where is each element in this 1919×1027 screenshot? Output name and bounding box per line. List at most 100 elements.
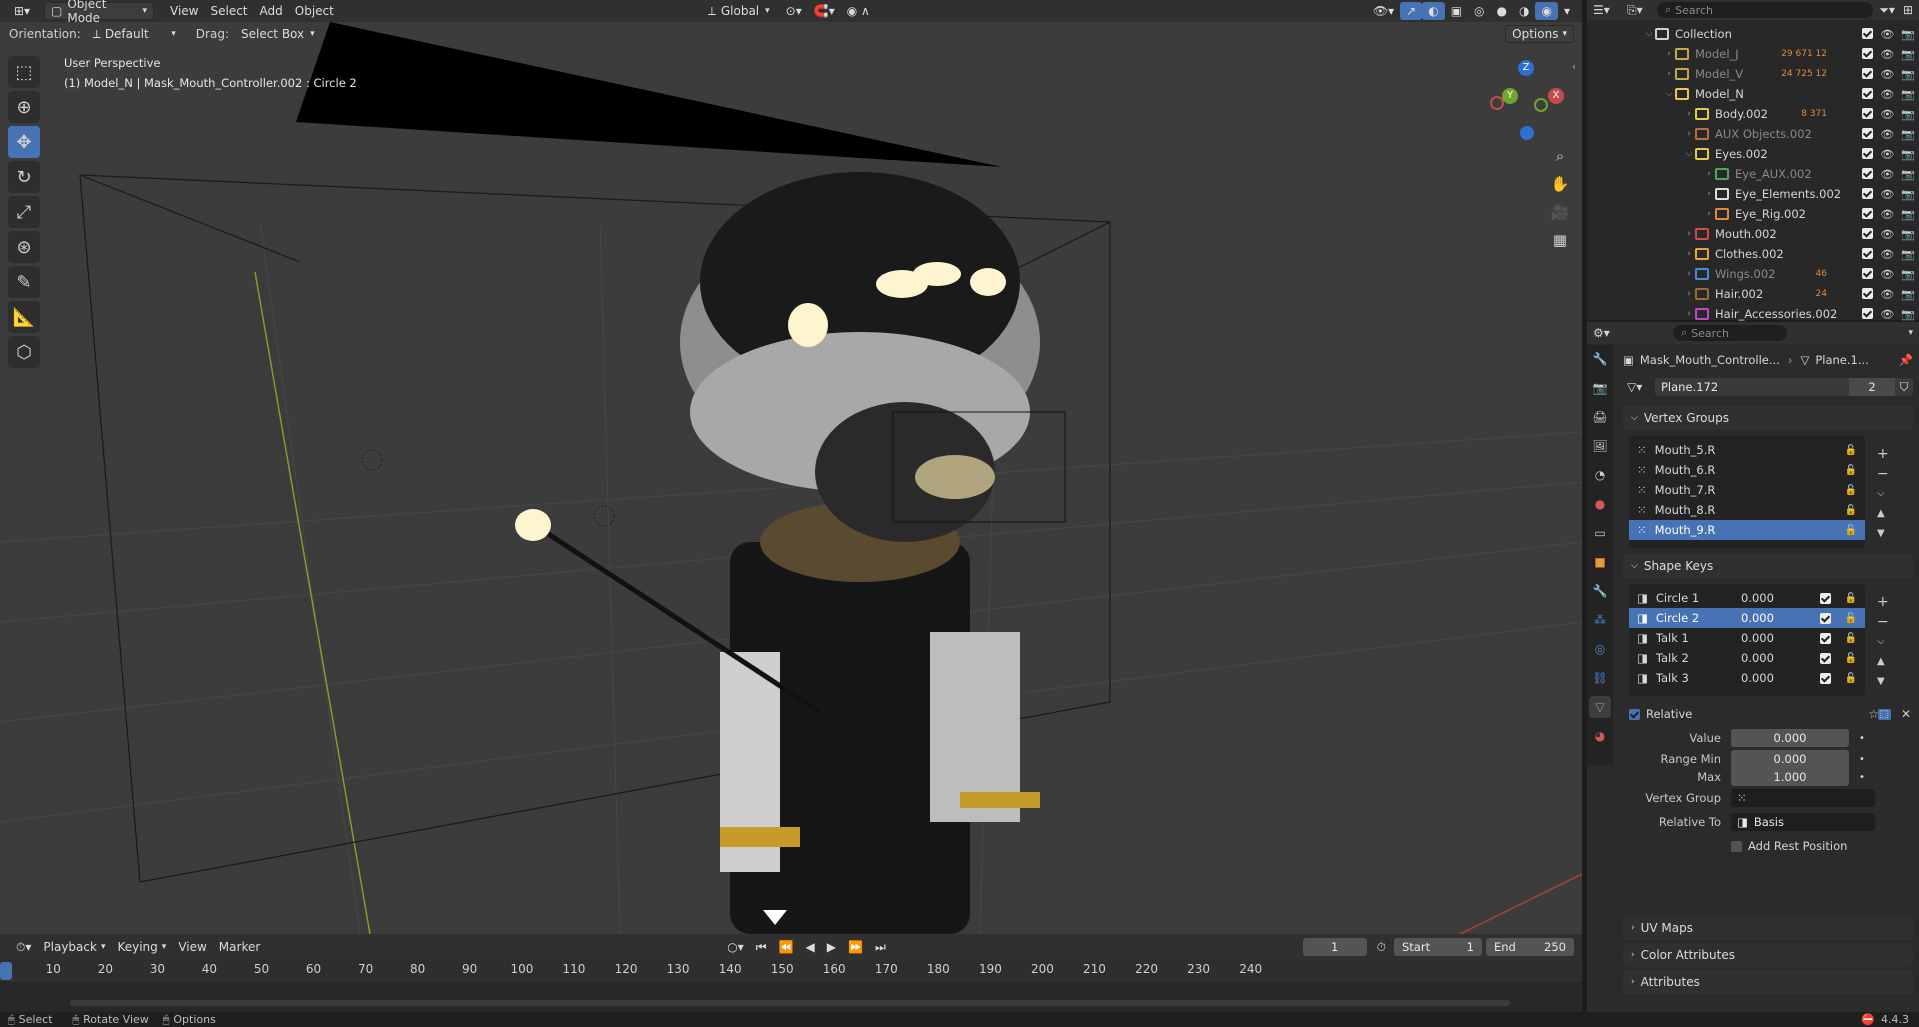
menu-keying[interactable]: Keying ▾: [111, 938, 172, 956]
menu-select[interactable]: Select: [204, 2, 253, 20]
expand-right-icon[interactable]: ›: [1683, 249, 1695, 259]
mesh-data-icon[interactable]: ▽▾: [1627, 380, 1655, 394]
pan-hand-icon[interactable]: ✋: [1546, 170, 1574, 198]
expand-right-icon[interactable]: ›: [1683, 129, 1695, 139]
breadcrumb-object[interactable]: Mask_Mouth_Controlle...: [1640, 353, 1780, 367]
outliner-row[interactable]: ⌵ Eyes.002 👁 📷: [1587, 144, 1919, 164]
camera-icon[interactable]: 📷: [1901, 288, 1915, 301]
menu-add[interactable]: Add: [254, 2, 289, 20]
transform-orientation[interactable]: ⟂ Global ▾: [702, 2, 776, 20]
outliner-row[interactable]: › AUX Objects.002 👁 📷: [1587, 124, 1919, 144]
new-collection-icon[interactable]: ⊞: [1903, 3, 1913, 17]
play-reverse-icon[interactable]: ◀: [800, 938, 821, 956]
shape-key-value[interactable]: 0.000: [1741, 591, 1774, 605]
lock-icon[interactable]: 🔓: [1845, 465, 1857, 476]
shading-options[interactable]: ▾: [1558, 2, 1576, 20]
frame-ruler[interactable]: 1102030405060708090100110120130140150160…: [0, 960, 1582, 982]
eye-icon[interactable]: 👁: [1880, 48, 1894, 61]
remove-vertex-group-icon[interactable]: −: [1877, 464, 1889, 484]
shape-key-item[interactable]: ◨ Talk 2 0.000 🔓: [1629, 648, 1865, 668]
exclude-checkbox[interactable]: [1862, 67, 1874, 79]
shading-rendered[interactable]: ◉: [1535, 2, 1558, 20]
vertex-group-item[interactable]: ⁙ Mouth_8.R 🔓: [1629, 500, 1865, 520]
relative-to-field[interactable]: ◨ Basis: [1731, 813, 1875, 831]
autokey-icon[interactable]: ○▾: [721, 938, 750, 956]
scale-tool-icon[interactable]: ⤢: [8, 196, 40, 228]
outliner-row[interactable]: ⌵ Collection 👁 📷: [1587, 24, 1919, 44]
camera-icon[interactable]: 📷: [1901, 48, 1915, 61]
exclude-checkbox[interactable]: [1862, 287, 1874, 299]
rotate-tool-icon[interactable]: ↻: [8, 161, 40, 193]
camera-icon[interactable]: 📷: [1901, 88, 1915, 101]
shape-key-value[interactable]: 0.000: [1741, 671, 1774, 685]
exclude-checkbox[interactable]: [1862, 27, 1874, 39]
shape-key-mute-checkbox[interactable]: [1820, 672, 1831, 684]
collection-tab-icon[interactable]: ▭: [1589, 522, 1611, 544]
camera-icon[interactable]: 📷: [1901, 128, 1915, 141]
eye-icon[interactable]: 👁: [1880, 168, 1894, 181]
eye-icon[interactable]: 👁: [1880, 248, 1894, 261]
mode-select[interactable]: ▢ Object Mode ▾: [44, 0, 154, 25]
exclude-checkbox[interactable]: [1862, 127, 1874, 139]
tool-tab-icon[interactable]: 🔧: [1589, 348, 1611, 370]
outliner-row[interactable]: › Model_V 24 725 12 👁 📷: [1587, 64, 1919, 84]
relative-checkbox[interactable]: [1629, 708, 1640, 720]
eye-icon[interactable]: 👁: [1880, 228, 1894, 241]
editor-type-button[interactable]: ⊞▾: [8, 2, 38, 20]
outliner-row[interactable]: › Model_J 29 671 12 👁 📷: [1587, 44, 1919, 64]
add-vertex-group-icon[interactable]: +: [1877, 444, 1889, 464]
lock-icon[interactable]: 🔓: [1845, 505, 1857, 516]
vertex-groups-list[interactable]: ⁙ Mouth_5.R 🔓 ⁙ Mouth_6.R 🔓 ⁙ Mouth_7.R 🔓 ⁙ Mouth_…: [1629, 436, 1865, 548]
modifier-tab-icon[interactable]: 🔧: [1589, 580, 1611, 602]
current-frame-field[interactable]: 1: [1302, 938, 1367, 956]
expand-right-icon[interactable]: ›: [1663, 49, 1675, 59]
eye-icon[interactable]: 👁: [1880, 108, 1894, 121]
camera-icon[interactable]: 📷: [1901, 188, 1915, 201]
camera-icon[interactable]: 📷: [1901, 28, 1915, 41]
object-tab-icon[interactable]: ■: [1589, 551, 1611, 573]
xray-toggle[interactable]: ▣: [1445, 2, 1468, 20]
outliner-search-input[interactable]: ⌕ Search: [1657, 2, 1874, 18]
cursor-tool-icon[interactable]: ⊕: [8, 91, 40, 123]
zoom-icon[interactable]: ⌕: [1546, 142, 1574, 170]
eye-icon[interactable]: 👁: [1880, 208, 1894, 221]
move-tool-icon[interactable]: ✥: [8, 126, 40, 158]
shape-key-mute-checkbox[interactable]: [1820, 652, 1831, 664]
expand-right-icon[interactable]: ›: [1683, 229, 1695, 239]
snap-button[interactable]: 🧲▾: [808, 2, 841, 20]
jump-start-icon[interactable]: ⏮: [750, 938, 773, 956]
sidebar-toggle-icon[interactable]: ‹: [1572, 62, 1576, 73]
uv-maps-panel[interactable]: › UV Maps: [1623, 916, 1913, 940]
lock-icon[interactable]: 🔓: [1845, 633, 1857, 644]
view-layer-tab-icon[interactable]: 🖼: [1589, 435, 1611, 457]
move-up-icon[interactable]: ▲: [1877, 504, 1889, 524]
measure-tool-icon[interactable]: 📐: [8, 301, 40, 333]
vertex-groups-header[interactable]: ⌵ Vertex Groups: [1623, 406, 1913, 430]
shading-solid[interactable]: ●: [1491, 2, 1513, 20]
camera-icon[interactable]: 📷: [1901, 208, 1915, 221]
physics-tab-icon[interactable]: ◎: [1589, 638, 1611, 660]
outliner-editor-icon[interactable]: ☰▾: [1593, 3, 1627, 17]
edit-mode-toggle-icon[interactable]: ⬚: [1877, 708, 1891, 720]
visibility-button[interactable]: 👁▾: [1367, 2, 1400, 20]
select-box-tool-icon[interactable]: ⬚: [8, 56, 40, 88]
clear-shape-keys-icon[interactable]: ✕: [1901, 707, 1911, 721]
gizmo-x[interactable]: X: [1548, 88, 1564, 104]
add-cube-tool-icon[interactable]: ⬡: [8, 336, 40, 368]
vertex-group-field[interactable]: ⁙: [1731, 789, 1875, 807]
expand-right-icon[interactable]: ›: [1663, 69, 1675, 79]
3d-viewport[interactable]: User Perspective (1) Model_N | Mask_Mout…: [0, 22, 1582, 934]
outliner-row[interactable]: › Clothes.002 👁 📷: [1587, 244, 1919, 264]
lock-icon[interactable]: 🔓: [1845, 593, 1857, 604]
shape-key-item[interactable]: ◨ Circle 2 0.000 🔓: [1629, 608, 1865, 628]
mesh-data-tab-icon[interactable]: ▽: [1589, 696, 1611, 718]
output-tab-icon[interactable]: 🖨: [1589, 406, 1611, 428]
shape-key-mute-checkbox[interactable]: [1820, 612, 1831, 624]
camera-icon[interactable]: 📷: [1901, 168, 1915, 181]
eye-icon[interactable]: 👁: [1880, 268, 1894, 281]
outliner-row[interactable]: › Wings.002 46 👁 📷: [1587, 264, 1919, 284]
attributes-panel[interactable]: › Attributes: [1623, 970, 1913, 994]
world-tab-icon[interactable]: ●: [1589, 493, 1611, 515]
remove-shape-key-icon[interactable]: −: [1877, 612, 1889, 632]
camera-icon[interactable]: 📷: [1901, 268, 1915, 281]
